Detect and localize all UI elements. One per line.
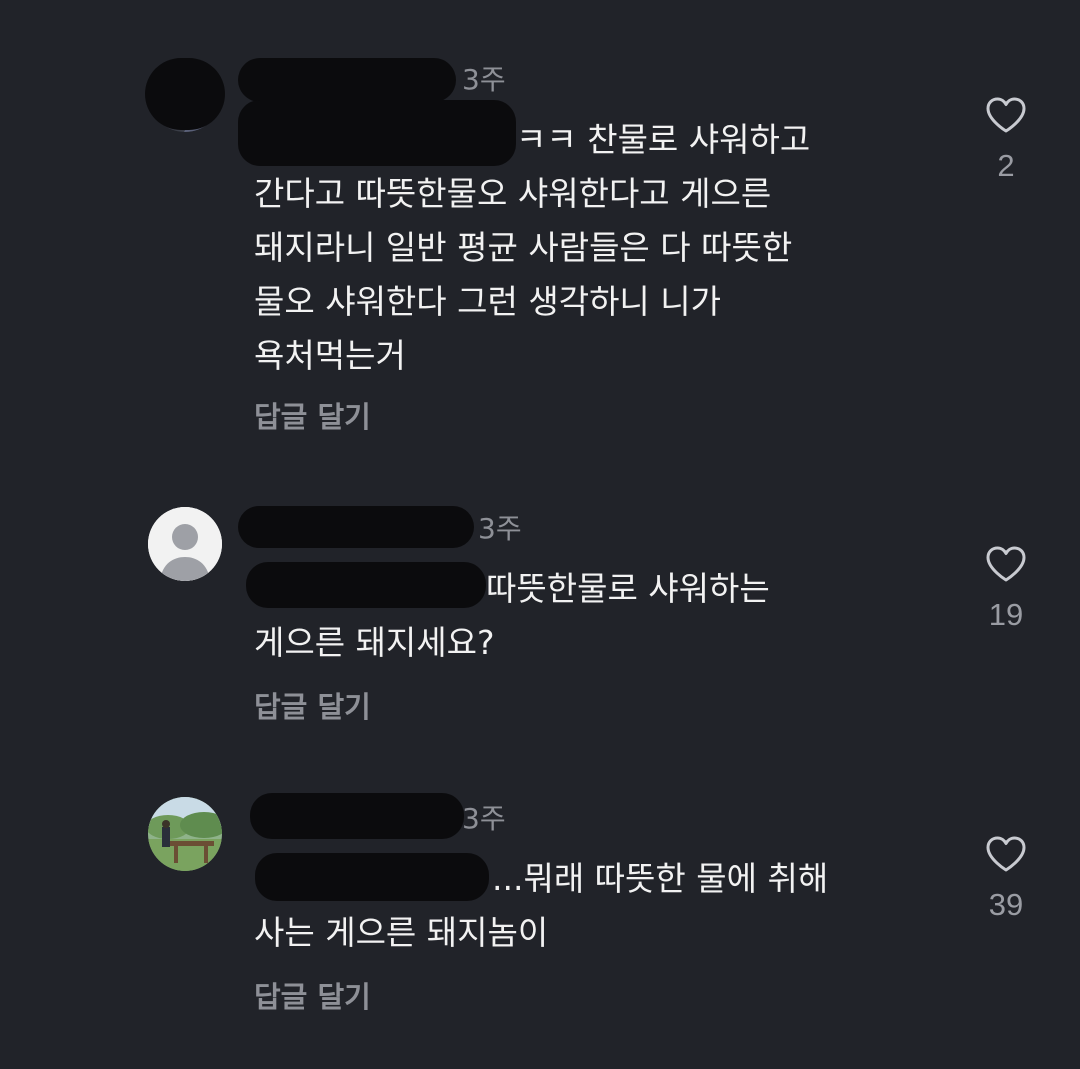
avatar[interactable] bbox=[148, 507, 222, 581]
person-silhouette-icon bbox=[148, 507, 222, 581]
comment-text: ㅋㅋ 찬물로 샤워하고 간다고 따뜻한물오 샤워한다고 게으른 돼지라니 일반 … bbox=[254, 120, 811, 375]
like-button[interactable]: 2 bbox=[970, 96, 1042, 184]
like-count: 19 bbox=[988, 597, 1024, 632]
comment-timestamp: 3주 bbox=[462, 802, 506, 835]
redaction-bar bbox=[250, 793, 464, 839]
heart-outline-icon bbox=[986, 546, 1026, 582]
avatar-photo-icon bbox=[148, 797, 222, 871]
comment-text: 따뜻한물로 샤워하는 게으른 돼지세요? bbox=[254, 569, 770, 662]
redaction-bar bbox=[238, 58, 456, 102]
like-button[interactable]: 39 bbox=[970, 835, 1042, 923]
reply-button[interactable]: 답글 달기 bbox=[254, 974, 371, 1016]
comment-timestamp: 3주 bbox=[462, 63, 506, 96]
redaction-bar bbox=[145, 58, 225, 130]
avatar[interactable] bbox=[148, 797, 222, 871]
like-button[interactable]: 19 bbox=[970, 545, 1042, 633]
heart-outline-icon bbox=[986, 97, 1026, 133]
redaction-bar bbox=[238, 506, 474, 548]
heart-outline-icon bbox=[986, 836, 1026, 872]
comment-text: ...뭐래 따뜻한 물에 취해 사는 게으른 돼지놈이 bbox=[254, 859, 829, 952]
reply-button[interactable]: 답글 달기 bbox=[254, 684, 371, 726]
like-count: 2 bbox=[997, 148, 1015, 183]
comment-timestamp: 3주 bbox=[478, 512, 522, 545]
reply-button[interactable]: 답글 달기 bbox=[254, 394, 371, 436]
like-count: 39 bbox=[988, 887, 1024, 922]
